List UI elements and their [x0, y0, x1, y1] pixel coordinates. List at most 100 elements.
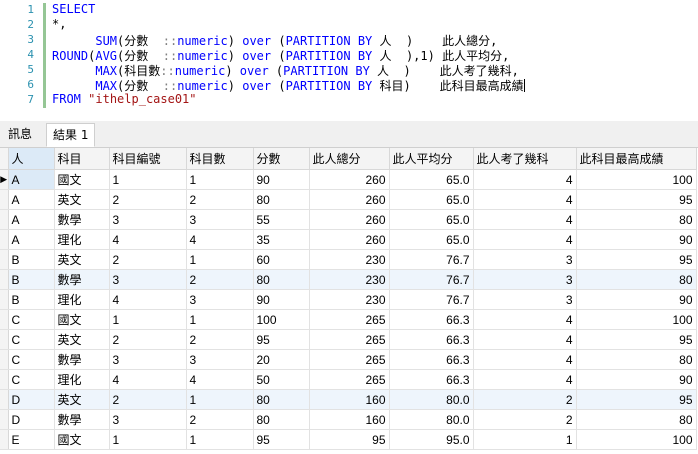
table-cell[interactable]: A: [8, 189, 55, 210]
table-cell[interactable]: 35: [253, 229, 310, 250]
table-cell[interactable]: 理化: [54, 289, 110, 310]
table-cell[interactable]: 2: [109, 389, 187, 410]
table-row[interactable]: C 數學 3 3 20 265 66.3 4 80: [0, 349, 697, 370]
table-cell[interactable]: 66.3: [389, 369, 474, 390]
table-row[interactable]: B 英文 2 1 60 230 76.7 3 95: [0, 249, 697, 270]
table-cell[interactable]: 1: [109, 429, 187, 450]
table-cell[interactable]: 1: [186, 389, 254, 410]
table-row[interactable]: D 英文 2 1 80 160 80.0 2 95: [0, 389, 697, 410]
table-cell[interactable]: 80: [576, 209, 697, 230]
row-header[interactable]: [0, 429, 9, 450]
table-cell[interactable]: B: [8, 289, 55, 310]
row-header[interactable]: [0, 389, 9, 410]
table-cell[interactable]: 265: [309, 309, 390, 330]
table-cell[interactable]: 4: [473, 369, 577, 390]
table-cell[interactable]: 1: [109, 169, 187, 190]
table-cell[interactable]: 80.0: [389, 389, 474, 410]
table-cell[interactable]: 3: [186, 289, 254, 310]
table-cell[interactable]: 英文: [54, 189, 110, 210]
table-cell[interactable]: 95: [309, 429, 390, 450]
table-cell[interactable]: 230: [309, 289, 390, 310]
column-header[interactable]: 科目編號: [109, 148, 187, 170]
table-cell[interactable]: 2: [186, 269, 254, 290]
table-cell[interactable]: 數學: [54, 209, 110, 230]
table-cell[interactable]: 230: [309, 249, 390, 270]
table-cell[interactable]: 90: [576, 369, 697, 390]
table-cell[interactable]: 4: [473, 349, 577, 370]
table-cell[interactable]: 66.3: [389, 309, 474, 330]
table-cell[interactable]: 3: [109, 409, 187, 430]
table-cell[interactable]: 160: [309, 389, 390, 410]
table-cell[interactable]: 2: [186, 189, 254, 210]
table-cell[interactable]: 66.3: [389, 329, 474, 350]
table-cell[interactable]: 76.7: [389, 249, 474, 270]
column-header[interactable]: 分數: [253, 148, 310, 170]
table-cell[interactable]: 265: [309, 369, 390, 390]
table-row[interactable]: A 數學 3 3 55 260 65.0 4 80: [0, 209, 697, 230]
table-cell[interactable]: 95: [253, 429, 310, 450]
table-cell[interactable]: 2: [186, 409, 254, 430]
row-header[interactable]: [0, 229, 9, 250]
table-cell[interactable]: 2: [473, 409, 577, 430]
table-row[interactable]: B 理化 4 3 90 230 76.7 3 90: [0, 289, 697, 310]
table-cell[interactable]: 260: [309, 189, 390, 210]
table-cell[interactable]: 260: [309, 169, 390, 190]
table-cell[interactable]: 100: [253, 309, 310, 330]
table-cell[interactable]: 265: [309, 349, 390, 370]
table-cell[interactable]: 2: [473, 389, 577, 410]
table-cell[interactable]: 3: [473, 289, 577, 310]
sql-editor[interactable]: 1234567 SELECT *, SUM(分數 ::numeric) over …: [0, 0, 698, 118]
row-header[interactable]: [0, 289, 9, 310]
table-cell[interactable]: 60: [253, 249, 310, 270]
current-row-indicator-icon[interactable]: ▶: [0, 169, 9, 190]
tab-result-1[interactable]: 結果 1: [46, 123, 96, 147]
table-cell[interactable]: 1: [186, 169, 254, 190]
row-header[interactable]: [0, 409, 9, 430]
row-header[interactable]: [0, 349, 9, 370]
row-header[interactable]: [0, 369, 9, 390]
table-cell[interactable]: 3: [186, 349, 254, 370]
table-cell[interactable]: 65.0: [389, 169, 474, 190]
table-cell[interactable]: 80: [253, 409, 310, 430]
table-cell[interactable]: D: [8, 409, 55, 430]
table-cell[interactable]: 95.0: [389, 429, 474, 450]
table-cell[interactable]: 55: [253, 209, 310, 230]
table-cell[interactable]: 3: [109, 269, 187, 290]
column-header[interactable]: 此人總分: [309, 148, 390, 170]
row-header[interactable]: [0, 189, 9, 210]
table-cell[interactable]: 國文: [54, 169, 110, 190]
table-cell[interactable]: 2: [109, 329, 187, 350]
table-cell[interactable]: 英文: [54, 329, 110, 350]
table-cell[interactable]: 80: [576, 269, 697, 290]
table-cell[interactable]: 數學: [54, 349, 110, 370]
table-cell[interactable]: 1: [186, 309, 254, 330]
table-cell[interactable]: 76.7: [389, 269, 474, 290]
table-cell[interactable]: 66.3: [389, 349, 474, 370]
table-cell[interactable]: 100: [576, 309, 697, 330]
table-cell[interactable]: 3: [109, 209, 187, 230]
table-cell[interactable]: 4: [473, 169, 577, 190]
row-header[interactable]: [0, 209, 9, 230]
table-row[interactable]: A 理化 4 4 35 260 65.0 4 90: [0, 229, 697, 250]
table-row[interactable]: ▶ A 國文 1 1 90 260 65.0 4 100: [0, 169, 697, 190]
table-cell[interactable]: 80: [253, 269, 310, 290]
table-cell[interactable]: 1: [186, 249, 254, 270]
table-cell[interactable]: 95: [576, 189, 697, 210]
table-cell[interactable]: 4: [473, 329, 577, 350]
row-header[interactable]: [0, 249, 9, 270]
table-cell[interactable]: 80: [576, 409, 697, 430]
table-cell[interactable]: 3: [473, 269, 577, 290]
table-cell[interactable]: 90: [253, 289, 310, 310]
table-cell[interactable]: 50: [253, 369, 310, 390]
table-cell[interactable]: B: [8, 269, 55, 290]
table-cell[interactable]: 100: [576, 429, 697, 450]
table-row[interactable]: B 數學 3 2 80 230 76.7 3 80: [0, 269, 697, 290]
column-header[interactable]: 科目: [54, 148, 110, 170]
table-cell[interactable]: 80.0: [389, 409, 474, 430]
table-row[interactable]: E 國文 1 1 95 95 95.0 1 100: [0, 429, 697, 450]
table-cell[interactable]: C: [8, 349, 55, 370]
table-cell[interactable]: 65.0: [389, 189, 474, 210]
table-cell[interactable]: E: [8, 429, 55, 450]
table-cell[interactable]: 4: [109, 229, 187, 250]
table-cell[interactable]: 1: [473, 429, 577, 450]
